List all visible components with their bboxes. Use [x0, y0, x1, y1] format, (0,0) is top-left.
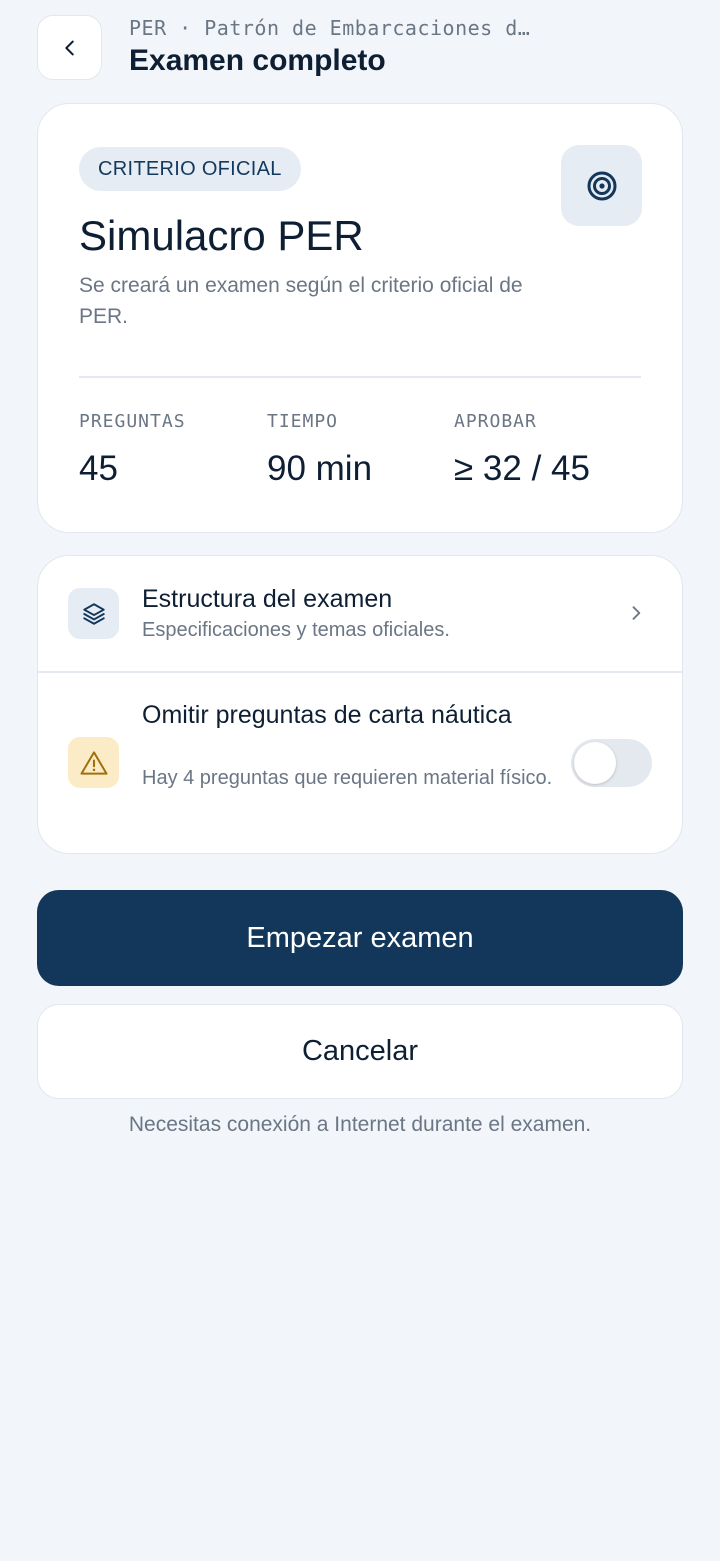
- divider: [79, 376, 641, 378]
- chevron-left-icon: [64, 40, 74, 55]
- exam-options-card: Estructura del examen Especificaciones y…: [37, 555, 683, 854]
- chevron-right-icon: [632, 606, 641, 620]
- skip-chart-subtitle: Hay 4 preguntas que requieren material f…: [142, 767, 553, 789]
- warning-icon: [80, 750, 107, 775]
- target-icon: [587, 171, 616, 200]
- stat-time: TIEMPO 90 min: [267, 411, 372, 489]
- exam-title: Simulacro PER: [79, 212, 364, 259]
- exam-summary-card: CRITERIO OFICIAL Simulacro PER Se creará…: [37, 103, 683, 533]
- breadcrumb: PER · Patrón de Embarcaciones d…: [129, 16, 531, 40]
- stat-value: 90 min: [267, 449, 373, 488]
- layers-icon-tile: [68, 588, 119, 639]
- skip-chart-row: Omitir preguntas de carta náutica Hay 4 …: [38, 673, 682, 855]
- start-exam-button[interactable]: Empezar examen: [37, 890, 683, 986]
- stat-label: TIEMPO: [267, 411, 339, 432]
- target-icon-tile: [561, 145, 642, 226]
- skip-chart-toggle[interactable]: [571, 739, 652, 787]
- structure-subtitle: Especificaciones y temas oficiales.: [142, 619, 450, 641]
- toggle-knob: [574, 742, 616, 784]
- header: PER · Patrón de Embarcaciones d… Examen …: [0, 0, 720, 100]
- cancel-button[interactable]: Cancelar: [37, 1004, 683, 1099]
- stat-label: APROBAR: [454, 411, 537, 432]
- structure-title: Estructura del examen: [142, 585, 393, 613]
- internet-notice: Necesitas conexión a Internet durante el…: [128, 1113, 592, 1136]
- stat-label: PREGUNTAS: [79, 411, 186, 432]
- exam-description: Se creará un examen según el criterio of…: [79, 274, 523, 328]
- exam-structure-row[interactable]: Estructura del examen Especificaciones y…: [38, 556, 682, 671]
- stat-value: ≥ 32 / 45: [454, 449, 590, 488]
- stat-questions: PREGUNTAS 45: [79, 411, 186, 489]
- page-title: Examen completo: [129, 44, 386, 77]
- skip-chart-title: Omitir preguntas de carta náutica: [142, 701, 512, 729]
- stat-pass: APROBAR ≥ 32 / 45: [454, 411, 590, 489]
- layers-icon: [82, 602, 105, 625]
- back-button[interactable]: [37, 15, 102, 80]
- warning-icon-tile: [68, 737, 119, 788]
- criteria-badge: CRITERIO OFICIAL: [79, 147, 301, 191]
- stat-value: 45: [79, 449, 118, 488]
